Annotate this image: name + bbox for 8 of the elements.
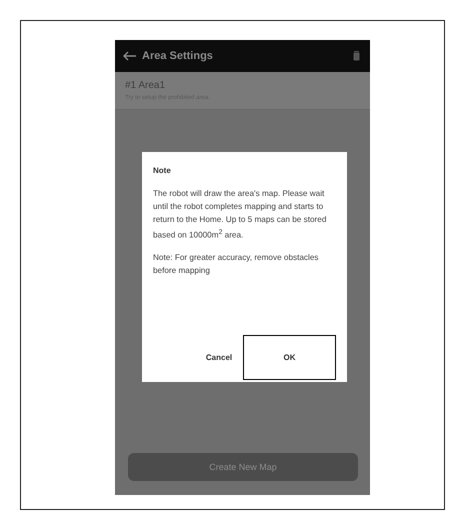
dialog-text: Note: For greater accuracy, remove obstacles before mapping [153, 252, 320, 277]
dialog-button[interactable]: OK [243, 335, 336, 380]
dialog-title: Note [153, 166, 172, 175]
screen-title: Area Settings [142, 50, 214, 62]
area-name: #1 Area1 [125, 80, 166, 91]
trash-icon[interactable] [353, 51, 360, 61]
back-arrow-icon[interactable] [123, 51, 137, 61]
dialog-text: The robot will draw the area's map. Please wait until the robot completes mapping and starts to return to the Home. Up to 5 maps can be stored based on 10000m$^{2}$ area. [153, 188, 328, 242]
